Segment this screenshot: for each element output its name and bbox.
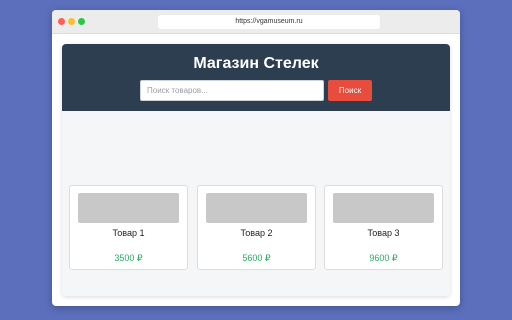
minimize-window-button[interactable] [68,18,75,25]
product-card[interactable]: Товар 2 5600 ₽ [197,185,316,270]
site-title: Магазин Стелек [193,55,319,72]
search-button[interactable]: Поиск [328,80,372,101]
product-image-placeholder [333,193,434,223]
product-name: Товар 2 [240,228,273,238]
product-card[interactable]: Товар 3 9600 ₽ [324,185,443,270]
product-name: Товар 1 [112,228,145,238]
close-window-button[interactable] [58,18,65,25]
search-bar: Поиск [62,80,450,102]
product-price: 9600 ₽ [369,253,398,263]
product-name: Товар 3 [367,228,400,238]
address-bar[interactable]: https://vgamuseum.ru [158,15,380,29]
product-image-placeholder [206,193,307,223]
site-header: Магазин Стелек Поиск [62,44,450,111]
search-input[interactable] [140,80,324,101]
product-price: 3500 ₽ [114,253,143,263]
maximize-window-button[interactable] [78,18,85,25]
browser-window: https://vgamuseum.ru Магазин Стелек Поис… [52,10,460,306]
product-card[interactable]: Товар 1 3500 ₽ [69,185,188,270]
browser-titlebar: https://vgamuseum.ru [52,10,460,34]
page-content: Магазин Стелек Поиск Товар 1 3500 ₽ Това… [62,44,450,296]
product-image-placeholder [78,193,179,223]
product-price: 5600 ₽ [242,253,271,263]
product-list: Товар 1 3500 ₽ Товар 2 5600 ₽ Товар 3 96… [69,185,443,270]
